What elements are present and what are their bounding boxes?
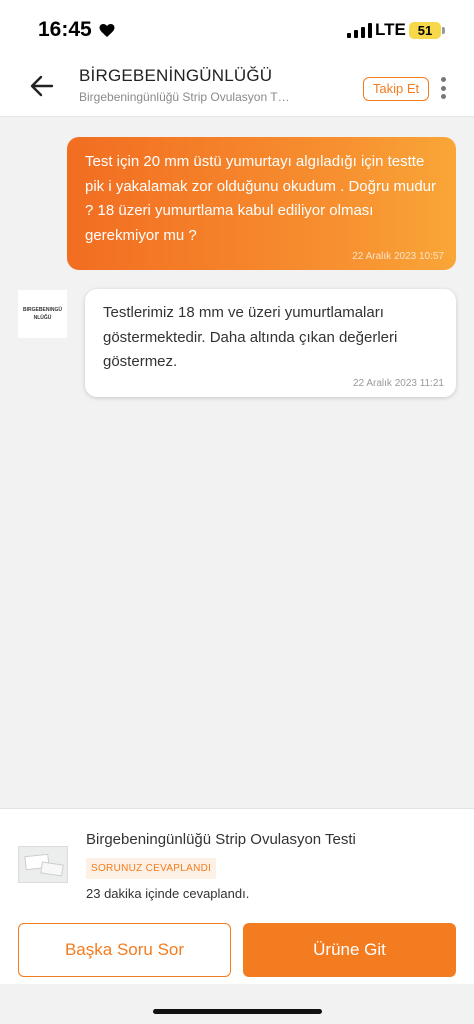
- seller-name[interactable]: BİRGEBENİNGÜNLÜĞÜ: [79, 66, 272, 86]
- seller-avatar: BIRGEBENINGÜ NLÜĞÜ: [18, 290, 67, 338]
- home-indicator-area: [0, 984, 474, 1024]
- answer-timestamp: 22 Aralık 2023 11:21: [353, 378, 444, 389]
- home-indicator[interactable]: [153, 1009, 322, 1014]
- answered-status-badge: SORUNUZ CEVAPLANDI: [86, 858, 217, 879]
- back-arrow-icon[interactable]: [28, 72, 56, 100]
- seller-answer-bubble: Testlerimiz 18 mm ve üzeri yumurtlamalar…: [85, 289, 456, 397]
- conversation-header: BİRGEBENİNGÜNLÜĞÜ Birgebeningünlüğü Stri…: [0, 60, 474, 117]
- answer-duration: 23 dakika içinde cevaplandı.: [86, 886, 250, 901]
- follow-button[interactable]: Takip Et: [363, 77, 429, 101]
- more-options-icon[interactable]: [436, 74, 450, 102]
- battery-icon: 51: [409, 22, 441, 39]
- product-subtitle[interactable]: Birgebeningünlüğü Strip Ovulasyon T…: [79, 90, 319, 104]
- signal-icon: [347, 23, 372, 38]
- answer-text: Testlerimiz 18 mm ve üzeri yumurtlamalar…: [103, 304, 398, 370]
- question-text: Test için 20 mm üstü yumurtayı algıladığ…: [85, 153, 437, 244]
- question-timestamp: 22 Aralık 2023 10:57: [352, 251, 444, 262]
- go-to-product-button[interactable]: Ürüne Git: [243, 923, 456, 977]
- status-bar: 16:45 LTE 51: [0, 0, 474, 60]
- network-type: LTE: [375, 20, 406, 39]
- ask-another-question-button[interactable]: Başka Soru Sor: [18, 923, 231, 977]
- heart-icon: [99, 24, 115, 37]
- user-question-bubble: Test için 20 mm üstü yumurtayı algıladığ…: [67, 137, 456, 270]
- product-image[interactable]: [18, 846, 68, 883]
- battery-tip: [442, 27, 445, 34]
- status-time: 16:45: [38, 18, 92, 41]
- product-name[interactable]: Birgebeningünlüğü Strip Ovulasyon Testi: [86, 831, 356, 848]
